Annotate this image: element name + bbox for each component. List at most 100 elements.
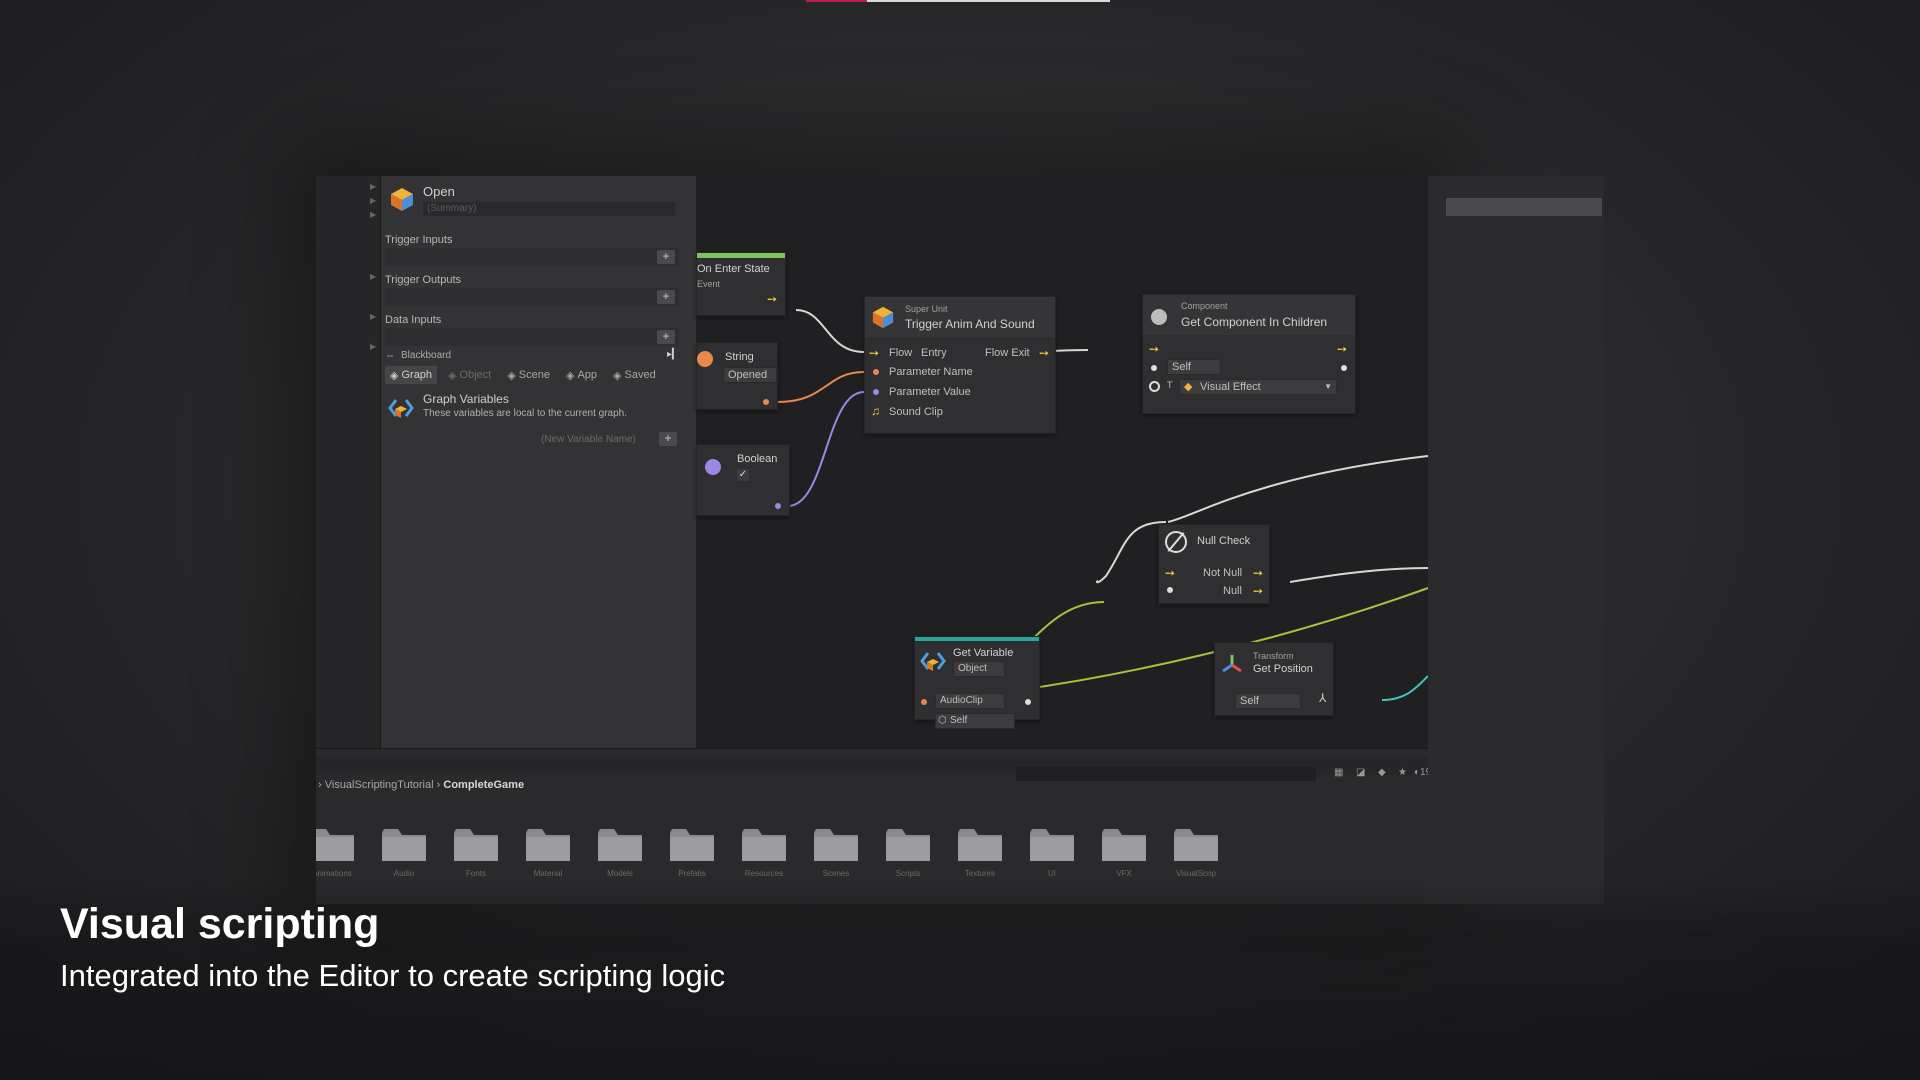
hidden-count-badge[interactable]: ◐19	[1414, 767, 1428, 778]
folder-icon[interactable]	[956, 825, 1004, 863]
port-entry: Entry	[921, 347, 947, 359]
tag-icon[interactable]: ◆	[1378, 767, 1386, 778]
event-color-strip	[697, 253, 785, 258]
add-variable-button[interactable]: +	[659, 432, 677, 446]
boolean-literal-node[interactable]: Boolean ✓	[696, 444, 790, 516]
node-title: Get Position	[1253, 663, 1313, 675]
folder-icon[interactable]	[740, 825, 788, 863]
add-trigger-input-button[interactable]: +	[657, 250, 675, 264]
on-enter-state-node[interactable]: On Enter State Event ➙	[696, 252, 786, 316]
parameter-value-port[interactable]	[873, 389, 879, 395]
tab-label: Object	[459, 369, 492, 381]
boolean-output-port[interactable]	[775, 503, 781, 509]
flow-input-port[interactable]: ➙	[1149, 343, 1159, 355]
target-port[interactable]	[1151, 365, 1157, 371]
flow-output-port[interactable]: ➙	[1337, 343, 1347, 355]
variable-name-dropdown[interactable]: AudioClip	[935, 693, 1005, 709]
breadcrumb-item[interactable]: VisualScriptingTutorial	[325, 779, 434, 791]
breadcrumb-current[interactable]: CompleteGame	[443, 779, 524, 791]
tab-object[interactable]: ◈ Object	[443, 366, 496, 384]
folder-icon[interactable]	[884, 825, 932, 863]
tab-label: Saved	[624, 369, 656, 381]
add-data-input-button[interactable]: +	[657, 330, 675, 344]
visual-effect-icon: ◆	[1184, 381, 1193, 393]
tab-graph[interactable]: ◈ Graph	[385, 366, 438, 384]
folder-icon[interactable]	[380, 825, 428, 863]
string-output-port[interactable]	[763, 399, 769, 405]
value-output-port[interactable]	[1025, 699, 1031, 705]
folder-label: Prefabs	[678, 869, 706, 878]
visual-effect-type-dropdown[interactable]: ◆ Visual Effect ▼	[1179, 379, 1337, 395]
flow-output-port[interactable]: ➙	[767, 293, 777, 305]
component-icon	[1151, 309, 1167, 325]
hidden-count: 19	[1420, 767, 1428, 778]
flow-output-port[interactable]: ➙	[1039, 347, 1049, 359]
folder-icon[interactable]	[316, 825, 356, 863]
type-prefix: T	[1167, 380, 1173, 390]
port-null: Null	[1223, 585, 1242, 597]
folder-icon[interactable]	[1100, 825, 1148, 863]
app-tab-icon: ◈	[565, 369, 575, 382]
data-inputs-list: +	[385, 328, 679, 346]
boolean-checkbox[interactable]: ✓	[737, 469, 749, 481]
flow-input-port[interactable]: ➙	[869, 347, 879, 359]
port-parameter-name: Parameter Name	[889, 366, 973, 378]
variable-color-strip	[915, 637, 1039, 641]
trigger-anim-and-sound-node[interactable]: Super Unit Trigger Anim And Sound ➙ Flow…	[864, 296, 1056, 434]
self-field[interactable]: Self	[1235, 693, 1301, 709]
inspector-header-bar	[1446, 198, 1602, 216]
panel-toggle-icon[interactable]: ▸▎	[667, 349, 680, 360]
null-check-node[interactable]: Null Check ➙ Not Null ➙ Null ➙	[1158, 524, 1270, 604]
null-output-port[interactable]: ➙	[1253, 585, 1263, 597]
tab-saved[interactable]: ◈ Saved	[608, 366, 661, 384]
folder-icon[interactable]	[524, 825, 572, 863]
data-inputs-label: Data Inputs	[385, 314, 442, 326]
tab-app[interactable]: ◈ App	[561, 366, 602, 384]
type-port[interactable]	[1149, 381, 1160, 392]
folder-icon[interactable]	[452, 825, 500, 863]
fold-arrow-icon[interactable]: ▶	[370, 182, 376, 191]
fold-arrow-icon[interactable]: ▶	[370, 312, 376, 321]
fold-arrow-icon[interactable]: ▶	[370, 272, 376, 281]
folder-label: VFX	[1116, 869, 1132, 878]
input-value-port[interactable]	[1167, 587, 1173, 593]
summary-field[interactable]: (Summary)	[423, 202, 675, 216]
audio-clip-icon: ♫	[871, 404, 880, 418]
new-variable-name-input[interactable]: (New Variable Name)	[541, 434, 636, 445]
string-literal-node[interactable]: String Opened	[696, 342, 778, 410]
project-search-input[interactable]	[1016, 767, 1316, 781]
tab-scene[interactable]: ◈ Scene	[502, 366, 555, 384]
component-output-port[interactable]	[1341, 365, 1347, 371]
video-progress-bar[interactable]	[806, 0, 1110, 2]
variable-kind-dropdown[interactable]: Object	[953, 661, 1005, 677]
parameter-name-port[interactable]	[873, 369, 879, 375]
self-field[interactable]: Self	[1167, 359, 1221, 375]
get-component-in-children-node[interactable]: Component Get Component In Children ➙ ➙ …	[1142, 294, 1356, 414]
graph-canvas[interactable]: On Enter State Event ➙ String Opened Boo…	[696, 176, 1428, 748]
graph-inspector-sidebar: Open (Summary) Trigger Inputs + Trigger …	[380, 176, 761, 748]
string-value-field[interactable]: Opened	[723, 367, 777, 383]
filter-icon[interactable]: ▦	[1334, 767, 1343, 778]
fold-arrow-icon[interactable]: ▶	[370, 210, 376, 219]
folder-icon[interactable]	[596, 825, 644, 863]
port-not-null: Not Null	[1203, 567, 1243, 579]
folder-icon[interactable]	[668, 825, 716, 863]
folder-icon[interactable]	[1028, 825, 1076, 863]
not-null-output-port[interactable]: ➙	[1253, 567, 1263, 579]
folder-icon[interactable]	[1172, 825, 1220, 863]
favorite-icon[interactable]: ★	[1398, 767, 1407, 778]
flow-input-port[interactable]: ➙	[1165, 567, 1175, 579]
fold-arrow-icon[interactable]: ▶	[370, 342, 376, 351]
variable-scope-tabs: ◈ Graph ◈ Object ◈ Scene ◈ App ◈ Saved	[381, 366, 701, 384]
self-field[interactable]: ⬡ Self	[935, 713, 1015, 729]
fold-arrow-icon[interactable]: ▶	[370, 196, 376, 205]
name-port[interactable]	[921, 699, 927, 705]
blackboard-icon: ⇔	[385, 350, 395, 361]
folder-label: Textures	[964, 869, 996, 878]
folder-icon[interactable]	[812, 825, 860, 863]
get-variable-node[interactable]: Get Variable Object AudioClip ⬡ Self	[914, 636, 1040, 729]
transform-get-position-node[interactable]: Transform Get Position Self ⅄	[1214, 642, 1334, 716]
blackboard-label: Blackboard	[401, 350, 452, 361]
add-trigger-output-button[interactable]: +	[657, 290, 675, 304]
label-icon[interactable]: ◪	[1356, 767, 1365, 778]
